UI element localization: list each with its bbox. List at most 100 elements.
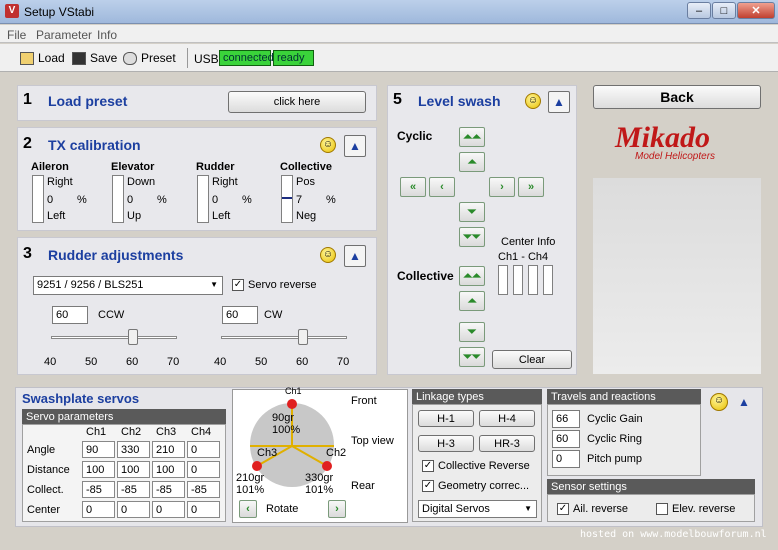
- smiley-icon[interactable]: ☺: [525, 93, 541, 109]
- servo-param-cell[interactable]: -85: [117, 481, 150, 498]
- servo-param-cell[interactable]: 0: [187, 501, 220, 518]
- chevron-down-icon: ▼: [524, 504, 532, 513]
- servo-param-cell[interactable]: 0: [152, 501, 185, 518]
- ail-reverse-label: Ail. reverse: [573, 503, 629, 515]
- servo-type-select[interactable]: Digital Servos ▼: [418, 500, 537, 518]
- channel-value: 0: [47, 194, 54, 206]
- preset-icon: [123, 51, 137, 65]
- cyclic-right-button[interactable]: ›: [489, 177, 515, 197]
- save-button[interactable]: Save: [72, 51, 117, 65]
- servo-param-cell[interactable]: 100: [82, 461, 115, 478]
- servo-point-ch3: [252, 461, 262, 471]
- rotate-left-button[interactable]: ‹: [239, 500, 257, 518]
- hr3-button[interactable]: HR-3: [479, 435, 535, 452]
- servo-param-cell[interactable]: 330: [117, 441, 150, 458]
- graduation-hat-icon[interactable]: ▲: [733, 391, 755, 413]
- servo-param-cell[interactable]: 0: [117, 501, 150, 518]
- channel-unit: %: [157, 194, 167, 206]
- collective-up-fast-button[interactable]: ⏶⏶: [459, 266, 485, 286]
- close-button[interactable]: ✕: [737, 2, 775, 19]
- chevron-down-icon: ▼: [210, 280, 218, 289]
- elev-reverse-checkbox[interactable]: [656, 503, 668, 515]
- top-view-label: Top view: [351, 435, 394, 447]
- center-bar-ch3: [528, 265, 538, 295]
- channel-name: Rudder: [196, 161, 235, 173]
- preset-label: Preset: [141, 51, 176, 65]
- smiley-icon[interactable]: ☺: [710, 393, 728, 411]
- servo-param-cell[interactable]: 210: [152, 441, 185, 458]
- rotate-right-button[interactable]: ›: [328, 500, 346, 518]
- channel-value: 0: [127, 194, 134, 206]
- cw-input[interactable]: 60: [222, 306, 258, 324]
- cyclic-down-fast-button[interactable]: ⏷⏷: [459, 227, 485, 247]
- servo-param-cell[interactable]: 0: [82, 501, 115, 518]
- floppy-icon: [72, 51, 86, 65]
- cyclic-gain-input[interactable]: 66: [552, 410, 580, 428]
- cw-slider-track[interactable]: [221, 336, 347, 339]
- servo-param-cell[interactable]: 100: [152, 461, 185, 478]
- h4-button[interactable]: H-4: [479, 410, 535, 427]
- channel-top-label: Down: [127, 176, 156, 188]
- cw-slider-thumb[interactable]: [298, 329, 308, 345]
- servo-param-cell[interactable]: -85: [82, 481, 115, 498]
- cyclic-label: Cyclic: [397, 129, 433, 143]
- channel-name: Elevator: [111, 161, 155, 173]
- clear-button[interactable]: Clear: [492, 350, 572, 369]
- servo-param-cell[interactable]: -85: [152, 481, 185, 498]
- cyclic-ring-input[interactable]: 60: [552, 430, 580, 448]
- collective-down-fast-button[interactable]: ⏷⏷: [459, 347, 485, 367]
- click-here-button[interactable]: click here: [228, 91, 366, 113]
- servo-param-cell[interactable]: 0: [187, 461, 220, 478]
- servo-reverse-checkbox[interactable]: ✓: [232, 279, 244, 291]
- cyclic-down-button[interactable]: ⏷: [459, 202, 485, 222]
- servo-param-cell[interactable]: -85: [187, 481, 220, 498]
- collective-reverse-checkbox[interactable]: ✓: [422, 460, 434, 472]
- servo-column-header: Ch1: [86, 426, 107, 438]
- collective-down-button[interactable]: ⏷: [459, 322, 485, 342]
- back-button[interactable]: Back: [593, 85, 761, 109]
- graduation-hat-icon[interactable]: ▲: [548, 91, 570, 113]
- graduation-hat-icon[interactable]: ▲: [344, 135, 366, 157]
- ccw-tick: 70: [167, 356, 180, 368]
- ail-reverse-checkbox[interactable]: ✓: [557, 503, 569, 515]
- channel-bar: [112, 175, 124, 223]
- smiley-icon[interactable]: ☺: [320, 247, 336, 263]
- collective-up-button[interactable]: ⏶: [459, 291, 485, 311]
- step-2-number: 2: [23, 135, 32, 152]
- servo-param-cell[interactable]: 90: [82, 441, 115, 458]
- cyclic-up-button[interactable]: ⏶: [459, 152, 485, 172]
- gyro-select[interactable]: 9251 / 9256 / BLS251 ▼: [33, 276, 223, 295]
- rudder-adjustments-title: Rudder adjustments: [48, 247, 184, 263]
- servo-param-cell[interactable]: 100: [117, 461, 150, 478]
- minimize-button[interactable]: –: [687, 2, 711, 19]
- graduation-hat-icon[interactable]: ▲: [344, 245, 366, 267]
- maximize-button[interactable]: □: [712, 2, 736, 19]
- servo-column-header: Ch3: [156, 426, 177, 438]
- h1-button[interactable]: H-1: [418, 410, 474, 427]
- cyclic-right-fast-button[interactable]: »: [518, 177, 544, 197]
- menu-file[interactable]: File: [7, 28, 26, 42]
- h3-button[interactable]: H-3: [418, 435, 474, 452]
- preset-button[interactable]: Preset: [123, 51, 176, 65]
- pitch-pump-input[interactable]: 0: [552, 450, 580, 468]
- ccw-input[interactable]: 60: [52, 306, 88, 324]
- ccw-tick: 60: [126, 356, 139, 368]
- channel-value: 7: [296, 194, 303, 206]
- menu-info[interactable]: Info: [97, 28, 117, 42]
- tx-calibration-title: TX calibration: [48, 137, 141, 153]
- cw-tick: 50: [255, 356, 268, 368]
- cyclic-left-button[interactable]: ‹: [429, 177, 455, 197]
- channel-unit: %: [77, 194, 87, 206]
- servo2-percent: 101%: [305, 484, 334, 496]
- smiley-icon[interactable]: ☺: [320, 137, 336, 153]
- load-button[interactable]: Load: [20, 51, 65, 65]
- ccw-slider-track[interactable]: [51, 336, 177, 339]
- ccw-slider-thumb[interactable]: [128, 329, 138, 345]
- cyclic-up-fast-button[interactable]: ⏶⏶: [459, 127, 485, 147]
- servo-param-cell[interactable]: 0: [187, 441, 220, 458]
- cyclic-left-fast-button[interactable]: «: [400, 177, 426, 197]
- swashplate-servos-title: Swashplate servos: [22, 391, 140, 406]
- pitch-pump-label: Pitch pump: [587, 453, 643, 465]
- menu-parameter[interactable]: Parameter: [36, 28, 92, 42]
- geometry-correction-checkbox[interactable]: ✓: [422, 480, 434, 492]
